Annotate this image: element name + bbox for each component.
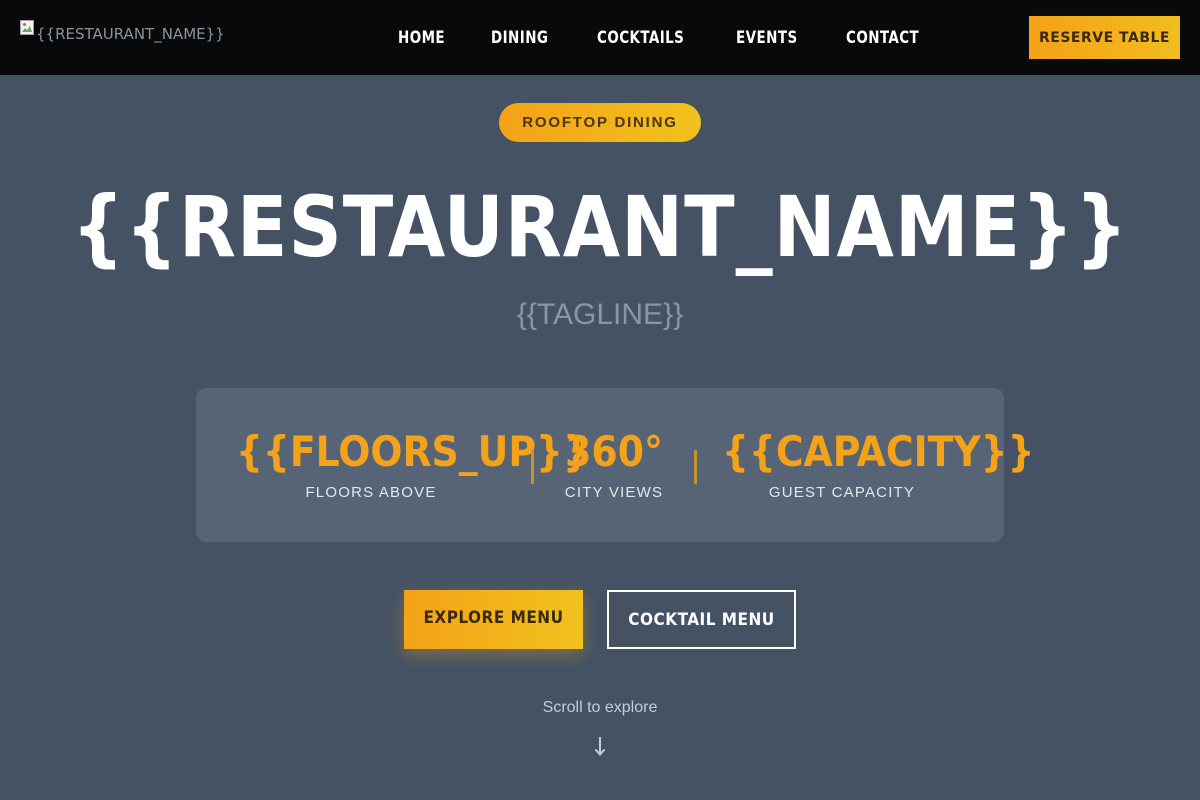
scroll-hint-text[interactable]: Scroll to explore [0, 699, 1200, 717]
site-header: {{RESTAURANT_NAME}} HOME DINING COCKTAIL… [0, 0, 1200, 75]
nav-contact[interactable]: CONTACT [846, 28, 919, 48]
stat-value: 360° [565, 427, 663, 476]
arrow-down-icon[interactable] [593, 735, 607, 757]
main-nav: HOME DINING COCKTAILS EVENTS CONTACT [398, 0, 929, 75]
rooftop-dining-badge: ROOFTOP DINING [499, 103, 701, 142]
stat-label: GUEST CAPACITY [768, 484, 916, 501]
restaurant-name-heading: {{RESTAURANT_NAME}} [71, 178, 1129, 276]
nav-dining[interactable]: DINING [491, 28, 548, 48]
stat-label: FLOORS ABOVE [305, 484, 437, 501]
stat-value: {{CAPACITY}} [722, 427, 1035, 476]
stat-floors: {{FLOORS_UP}} FLOORS ABOVE [236, 426, 590, 501]
logo[interactable]: {{RESTAURANT_NAME}} [20, 20, 225, 43]
stat-label: CITY VIEWS [564, 484, 664, 501]
reserve-table-button[interactable]: RESERVE TABLE [1029, 16, 1180, 59]
stat-capacity: {{CAPACITY}} GUEST CAPACITY [722, 426, 1035, 501]
explore-menu-button[interactable]: EXPLORE MENU [404, 590, 583, 649]
stat-city-views: 360° CITY VIEWS [554, 426, 674, 501]
cocktail-menu-button[interactable]: COCKTAIL MENU [607, 590, 796, 649]
stat-value: {{FLOORS_UP}} [236, 427, 590, 476]
stat-divider [531, 450, 534, 484]
broken-image-icon [20, 20, 36, 36]
tagline: {{TAGLINE}} [516, 298, 684, 331]
nav-home[interactable]: HOME [398, 28, 445, 48]
stats-panel: {{FLOORS_UP}} FLOORS ABOVE 360° CITY VIE… [196, 388, 1035, 542]
stat-divider [694, 450, 697, 484]
logo-alt-text: {{RESTAURANT_NAME}} [36, 25, 225, 43]
nav-cocktails[interactable]: COCKTAILS [597, 28, 684, 48]
nav-events[interactable]: EVENTS [736, 28, 798, 48]
